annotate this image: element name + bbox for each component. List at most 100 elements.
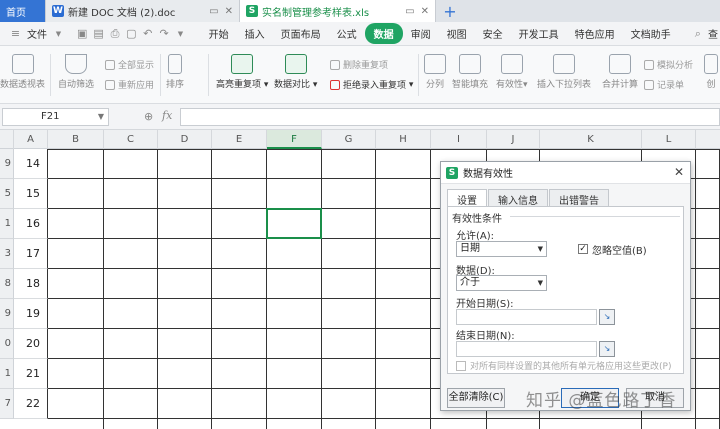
column-header-F[interactable]: F <box>267 130 322 149</box>
reapply-button[interactable]: 重新应用 <box>105 78 154 91</box>
delete-duplicates-button[interactable]: 删除重复项 <box>330 58 388 71</box>
validity-icon <box>500 54 523 74</box>
print-icon[interactable]: ⎙ <box>110 27 120 40</box>
range-picker-icon[interactable]: ↘ <box>599 309 615 325</box>
create-group-label: 创 <box>706 80 716 90</box>
column-header-A[interactable]: A <box>14 130 48 149</box>
save-icon[interactable]: ▣ <box>77 27 87 40</box>
redo-icon[interactable]: ↷ <box>159 27 169 40</box>
menu-item-5[interactable]: 审阅 <box>403 26 439 41</box>
column-header-H[interactable]: H <box>376 130 431 149</box>
row-header[interactable]: 1 <box>0 359 14 389</box>
zoom-icon[interactable]: ⊕ <box>144 110 153 123</box>
column-header-J[interactable]: J <box>487 130 540 149</box>
menu-item-7[interactable]: 安全 <box>475 26 511 41</box>
menu-item-10[interactable]: 文档助手 <box>623 26 679 41</box>
row-header[interactable]: 0 <box>0 329 14 359</box>
menu-item-6[interactable]: 视图 <box>439 26 475 41</box>
export-icon[interactable]: ▤ <box>93 27 103 40</box>
tab-home[interactable]: 首页 <box>0 0 46 22</box>
data-select[interactable]: 介于 ▼ <box>456 275 547 291</box>
column-header-I[interactable]: I <box>431 130 487 149</box>
search-label[interactable]: 查 <box>706 26 720 41</box>
show-all-button[interactable]: 全部显示 <box>105 58 154 71</box>
record-form-button[interactable]: 记录单 <box>644 78 684 91</box>
menu-item-4[interactable]: 数据 <box>364 23 403 44</box>
menu-item-9[interactable]: 特色应用 <box>567 26 623 41</box>
tab-pin-icon[interactable]: ▭ <box>405 6 414 17</box>
cell-a[interactable]: 22 <box>14 389 48 419</box>
tab-pin-icon[interactable]: ▭ <box>209 6 218 17</box>
row-header[interactable]: 5 <box>0 179 14 209</box>
menu-item-2[interactable]: 页面布局 <box>273 26 329 41</box>
menu-item-8[interactable]: 开发工具 <box>511 26 567 41</box>
select-all-corner[interactable] <box>0 130 14 149</box>
new-tab-button[interactable]: + <box>436 0 464 22</box>
menu-item-3[interactable]: 公式 <box>329 26 365 41</box>
create-group-button[interactable]: 创 <box>704 54 718 90</box>
sort-button[interactable]: 排序 <box>166 54 184 90</box>
cell-a[interactable]: 19 <box>14 299 48 329</box>
column-header-G[interactable]: G <box>322 130 376 149</box>
validity-button[interactable]: 有效性▾ <box>496 54 528 90</box>
create-group-icon <box>704 54 718 74</box>
show-all-icon <box>105 59 115 70</box>
column-header-D[interactable]: D <box>158 130 212 149</box>
preview-icon[interactable]: ▢ <box>126 27 136 40</box>
function-icon[interactable]: fx <box>162 109 172 122</box>
dialog-tab-0[interactable]: 设置 <box>447 189 487 207</box>
row-header[interactable]: 3 <box>0 239 14 269</box>
spreadsheet-icon: S <box>246 5 258 17</box>
file-menu[interactable]: ≡ 文件 ▼ <box>0 26 74 41</box>
cell-a[interactable]: 21 <box>14 359 48 389</box>
clear-all-button[interactable]: 全部清除(C) <box>447 388 505 408</box>
highlight-duplicates-button[interactable]: 高亮重复项 ▾ <box>216 54 268 90</box>
undo-icon[interactable]: ↶ <box>143 27 153 40</box>
cell-a[interactable]: 15 <box>14 179 48 209</box>
cell-a[interactable]: 16 <box>14 209 48 239</box>
tab-xls[interactable]: S 实名制管理参考样表.xls ▭ ✕ <box>240 0 436 22</box>
row-header[interactable]: 1 <box>0 209 14 239</box>
insert-dropdown-list-button[interactable]: 插入下拉列表 <box>537 54 591 90</box>
column-header-C[interactable]: C <box>104 130 158 149</box>
tab-close-icon[interactable]: ✕ <box>225 6 233 17</box>
smart-fill-button[interactable]: 智能填充 <box>452 54 488 90</box>
menu-items: 开始 插入 页面布局 公式 数据 审阅 视图 安全 开发工具 特色应用 文档助手 <box>201 23 679 44</box>
data-compare-icon <box>284 54 307 74</box>
row-header[interactable]: 9 <box>0 299 14 329</box>
search-icon[interactable]: ⌕ <box>693 27 703 40</box>
tab-close-icon[interactable]: ✕ <box>421 6 429 17</box>
data-compare-button[interactable]: 数据对比 ▾ <box>274 54 317 90</box>
apply-all-checkbox[interactable] <box>456 361 466 371</box>
auto-filter-button[interactable]: 自动筛选 <box>58 54 94 90</box>
column-header-B[interactable]: B <box>48 130 104 149</box>
end-date-input[interactable] <box>456 341 597 357</box>
cell-a[interactable]: 20 <box>14 329 48 359</box>
split-column-button[interactable]: 分列 <box>424 54 446 90</box>
simulate-analysis-button[interactable]: 模拟分析 <box>644 58 693 71</box>
chevron-down-icon[interactable]: ▼ <box>175 28 185 40</box>
close-icon[interactable]: ✕ <box>674 165 684 179</box>
range-picker-icon[interactable]: ↘ <box>599 341 615 357</box>
cell-a[interactable]: 17 <box>14 239 48 269</box>
menu-item-0[interactable]: 开始 <box>201 26 237 41</box>
column-header-L[interactable]: L <box>642 130 696 149</box>
cell-a[interactable]: 14 <box>14 149 48 179</box>
cell-a[interactable]: 18 <box>14 269 48 299</box>
column-header-K[interactable]: K <box>540 130 642 149</box>
column-header-E[interactable]: E <box>212 130 267 149</box>
consolidate-button[interactable]: 合并计算 <box>602 54 638 90</box>
tab-doc[interactable]: W 新建 DOC 文档 (2).doc ▭ ✕ <box>46 0 240 22</box>
row-header[interactable]: 8 <box>0 269 14 299</box>
name-box[interactable]: F21 ▼ <box>2 108 109 126</box>
ignore-blank-checkbox[interactable]: ✓ <box>578 244 588 254</box>
selected-cell[interactable] <box>266 208 322 239</box>
row-header[interactable]: 7 <box>0 389 14 419</box>
menu-item-1[interactable]: 插入 <box>237 26 273 41</box>
row-header[interactable]: 9 <box>0 149 14 179</box>
pivot-table-button[interactable]: 数据透视表 <box>0 54 45 90</box>
allow-select[interactable]: 日期 ▼ <box>456 241 547 257</box>
formula-input[interactable] <box>180 108 720 126</box>
start-date-input[interactable] <box>456 309 597 325</box>
reject-duplicates-button[interactable]: 拒绝录入重复项 ▾ <box>330 78 413 91</box>
